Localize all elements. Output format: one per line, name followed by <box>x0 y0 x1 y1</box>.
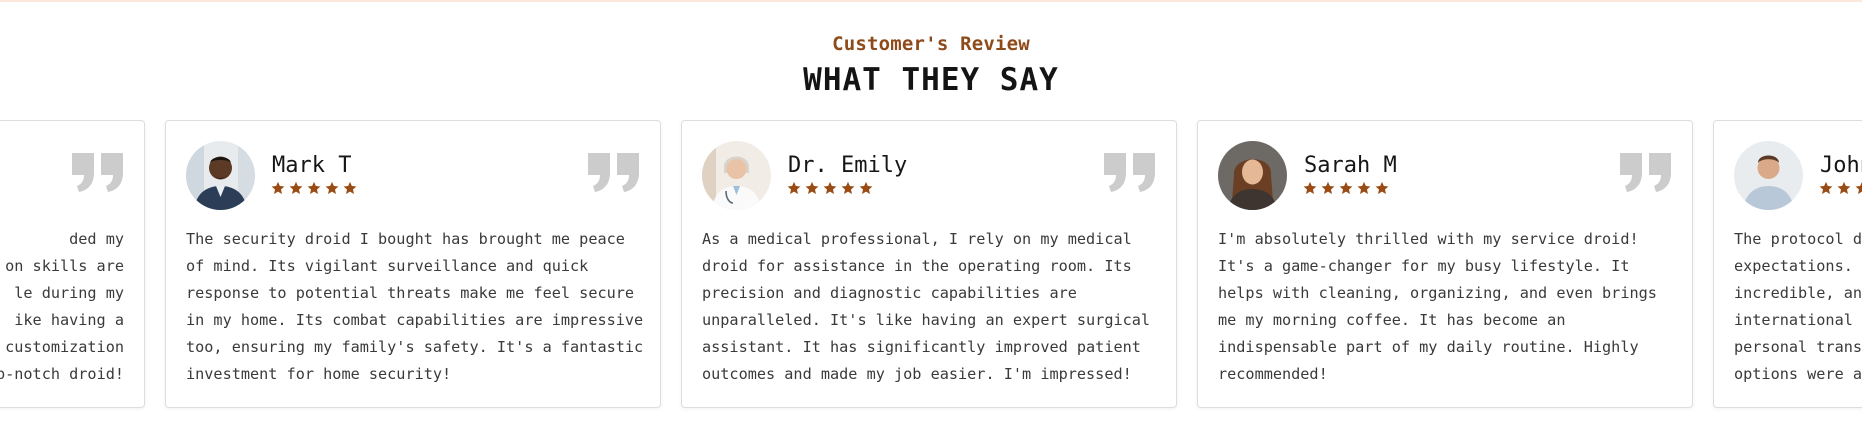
star-icon <box>1321 181 1335 195</box>
testimonial-carousel[interactable]: ded my on skills are le during my ike ha… <box>0 120 1862 425</box>
reviewer-name: Mark T <box>272 153 352 178</box>
quote-icon <box>70 151 126 193</box>
star-icon <box>1837 181 1851 195</box>
review-card: John The protocol d expectations. incred… <box>1713 120 1862 408</box>
star-icon <box>1819 181 1833 195</box>
star-icon <box>1339 181 1353 195</box>
star-icon <box>325 181 339 195</box>
section-subtitle: Customer's Review <box>832 33 1030 55</box>
star-icon <box>1357 181 1371 195</box>
star-icon <box>787 181 801 195</box>
review-card: Sarah M I'm absolutely thrilled with my … <box>1197 120 1693 408</box>
testimonial-track: ded my on skills are le during my ike ha… <box>0 120 1862 408</box>
reviewer-avatar <box>186 141 255 210</box>
star-icon <box>307 181 321 195</box>
star-icon <box>271 181 285 195</box>
review-card: Dr. Emily As a medical professional, I r… <box>681 120 1177 408</box>
section-title: WHAT THEY SAY <box>803 62 1059 98</box>
review-card: ded my on skills are le during my ike ha… <box>0 120 145 408</box>
reviewer-avatar <box>1734 141 1803 210</box>
review-text: I'm absolutely thrilled with my service … <box>1218 230 1657 383</box>
reviewer-avatar <box>1218 141 1287 210</box>
review-text: The protocol d expectations. incredible,… <box>1734 230 1862 383</box>
rating-stars <box>787 181 873 195</box>
quote-icon <box>1618 151 1674 193</box>
star-icon <box>1375 181 1389 195</box>
review-text: ded my on skills are le during my ike ha… <box>0 230 124 383</box>
rating-stars <box>1303 181 1389 195</box>
star-icon <box>823 181 837 195</box>
section-header: Customer's Review WHAT THEY SAY <box>0 32 1862 98</box>
star-icon <box>343 181 357 195</box>
quote-icon <box>586 151 642 193</box>
reviewer-avatar <box>702 141 771 210</box>
star-icon <box>859 181 873 195</box>
reviewer-name: Sarah M <box>1304 153 1397 178</box>
reviewer-name: John <box>1820 153 1862 178</box>
review-text: As a medical professional, I rely on my … <box>702 230 1151 383</box>
star-icon <box>805 181 819 195</box>
star-icon <box>1855 181 1862 195</box>
quote-icon <box>1102 151 1158 193</box>
rating-stars <box>271 181 357 195</box>
reviewer-name: Dr. Emily <box>788 153 908 178</box>
rating-stars <box>1819 181 1862 195</box>
review-card: Mark T The security droid I bought has b… <box>165 120 661 408</box>
star-icon <box>1303 181 1317 195</box>
star-icon <box>289 181 303 195</box>
review-text: The security droid I bought has brought … <box>186 230 644 383</box>
top-divider <box>0 0 1862 2</box>
star-icon <box>841 181 855 195</box>
